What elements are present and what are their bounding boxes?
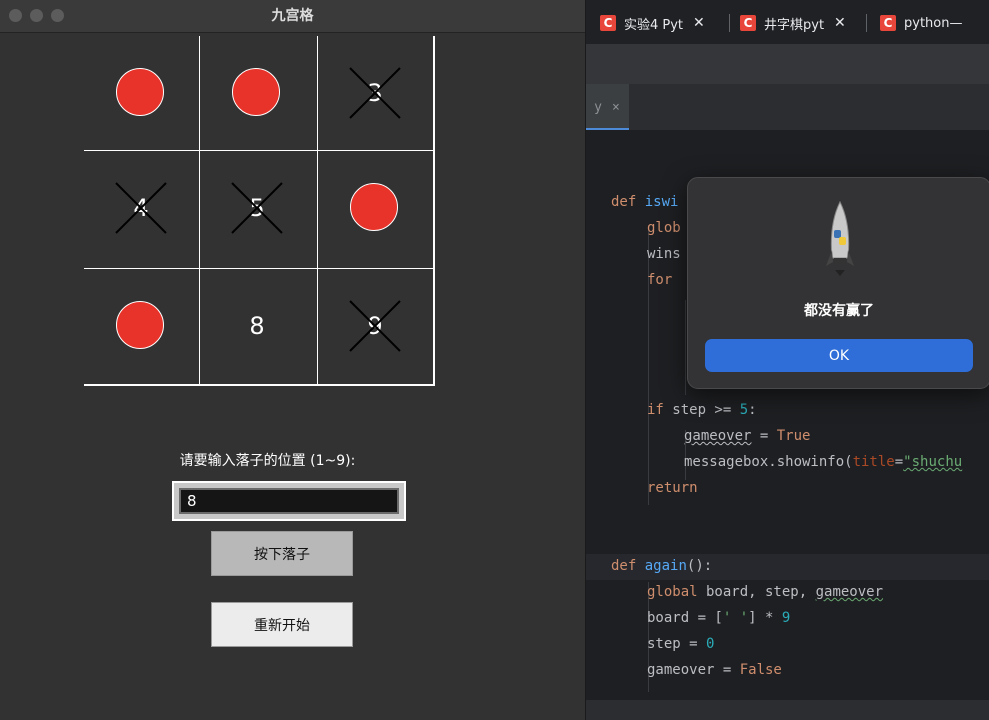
alert-dialog: 都没有赢了 OK [687, 177, 989, 389]
browser-tab-1[interactable]: C 实验4 Pyt ✕ [600, 8, 728, 38]
code-line: return [647, 480, 698, 496]
window-title: 九宫格 [271, 8, 314, 24]
cross-piece-icon [231, 182, 283, 234]
indent-guide [648, 225, 649, 505]
code-line: if step >= 5: [647, 402, 757, 418]
browser-tab-3[interactable]: C python— [880, 8, 989, 38]
ide-status-bar [585, 700, 989, 720]
circle-piece-icon [116, 68, 164, 116]
grid-line [84, 384, 435, 386]
position-input[interactable] [179, 488, 399, 514]
close-tab-icon[interactable]: ✕ [693, 15, 705, 31]
board-cell-7[interactable] [84, 269, 198, 383]
circle-piece-icon [116, 301, 164, 349]
circle-piece-icon [232, 68, 280, 116]
browser-tab-title: 井字棋pyt [764, 17, 825, 33]
code-line: glob [647, 220, 681, 236]
code-line: def iswi [611, 194, 679, 210]
indent-guide [685, 300, 686, 395]
csdn-favicon-icon: C [880, 15, 896, 31]
place-piece-button[interactable]: 按下落子 [211, 531, 353, 576]
code-line: messagebox.showinfo(title="shuchu [684, 454, 963, 470]
board-cell-8[interactable]: 8 [200, 269, 314, 383]
grid-line [433, 36, 435, 386]
dialog-message: 都没有赢了 [804, 303, 874, 319]
board-cell-5[interactable]: 5 [200, 151, 314, 265]
code-line: wins [647, 246, 681, 262]
board-cell-3[interactable]: 3 [318, 36, 432, 150]
code-line: def again(): [611, 558, 713, 574]
board-cell-6[interactable] [318, 151, 432, 265]
ide-file-tab[interactable]: y × [585, 84, 629, 130]
close-icon[interactable]: × [612, 100, 620, 115]
browser-tab-title: python— [904, 15, 963, 31]
cell-number: 8 [249, 312, 265, 340]
position-prompt-label: 请要输入落子的位置 (1~9): [179, 453, 356, 469]
board-cell-1[interactable] [84, 36, 198, 150]
python-rocket-icon [826, 200, 854, 276]
tab-separator [729, 14, 730, 32]
cross-piece-icon [115, 182, 167, 234]
restart-button[interactable]: 重新开始 [211, 602, 353, 647]
csdn-favicon-icon: C [600, 15, 616, 31]
board-cell-4[interactable]: 4 [84, 151, 198, 265]
browser-tab-title: 实验4 Pyt [624, 17, 684, 33]
board-cell-9[interactable]: 9 [318, 269, 432, 383]
code-line: gameover = False [647, 662, 782, 678]
board-cell-2[interactable] [200, 36, 314, 150]
code-line: global board, step, gameover [647, 584, 884, 600]
ok-button[interactable]: OK [705, 339, 973, 372]
browser-tab-2[interactable]: C 井字棋pyt ✕ [740, 8, 862, 38]
cross-piece-icon [349, 67, 401, 119]
window-titlebar[interactable]: 九宫格 [0, 0, 585, 33]
code-line: step = 0 [647, 636, 715, 652]
circle-piece-icon [350, 183, 398, 231]
cross-piece-icon [349, 300, 401, 352]
ide-file-tab-label: y [594, 99, 602, 115]
close-tab-icon[interactable]: ✕ [834, 15, 846, 31]
position-entry-frame [172, 481, 406, 521]
tab-separator [866, 14, 867, 32]
tk-window: 九宫格 3 45 8 9 请要输入落子的位置 (1~9): 按下落子 重新开始 [0, 0, 586, 720]
code-line: board = [' '] * 9 [647, 610, 791, 626]
code-line: gameover = True [684, 428, 811, 444]
code-line: for [647, 272, 673, 288]
csdn-favicon-icon: C [740, 15, 756, 31]
